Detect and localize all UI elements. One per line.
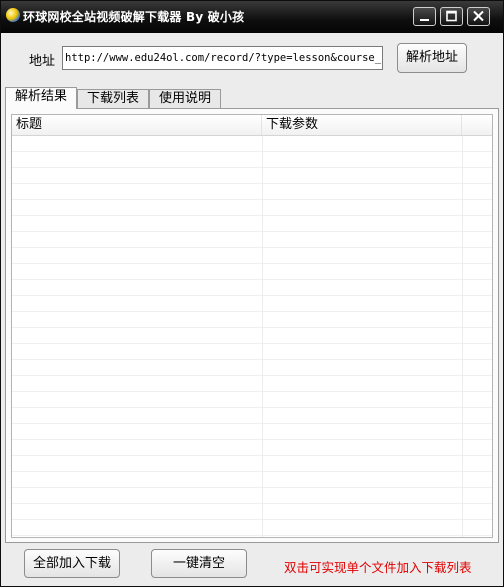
title-bar[interactable]: 环球网校全站视频破解下载器 By 破小孩 <box>1 1 503 33</box>
tab-instructions[interactable]: 使用说明 <box>149 89 221 108</box>
maximize-icon <box>446 10 457 22</box>
minimize-icon <box>420 19 429 21</box>
add-all-to-download-button[interactable]: 全部加入下载 <box>24 549 120 578</box>
column-header-title[interactable]: 标题 <box>12 115 262 135</box>
tab-parse-results[interactable]: 解析结果 <box>5 87 77 109</box>
address-label: 地址 <box>29 54 56 69</box>
window-title: 环球网校全站视频破解下载器 By 破小孩 <box>23 10 245 24</box>
clear-all-button[interactable]: 一键清空 <box>151 549 247 578</box>
close-button[interactable] <box>467 7 490 26</box>
tab-panel: 标题 下载参数 <box>5 108 499 543</box>
table-body[interactable] <box>12 136 492 537</box>
column-header-extra[interactable] <box>462 115 492 135</box>
globe-icon <box>6 8 20 22</box>
parse-address-button[interactable]: 解析地址 <box>397 43 467 73</box>
app-window: 环球网校全站视频破解下载器 By 破小孩 地址 http://www.edu24… <box>0 0 504 587</box>
maximize-button[interactable] <box>440 7 463 26</box>
table-header: 标题 下载参数 <box>12 115 492 136</box>
double-click-hint: 双击可实现单个文件加入下载列表 <box>284 560 472 575</box>
url-input[interactable]: http://www.edu24ol.com/record/?type=less… <box>62 46 383 70</box>
tab-download-list[interactable]: 下载列表 <box>77 89 149 108</box>
close-icon <box>473 10 484 22</box>
results-table[interactable]: 标题 下载参数 <box>11 114 493 538</box>
column-header-download-params[interactable]: 下载参数 <box>262 115 462 135</box>
minimize-button[interactable] <box>413 7 436 26</box>
